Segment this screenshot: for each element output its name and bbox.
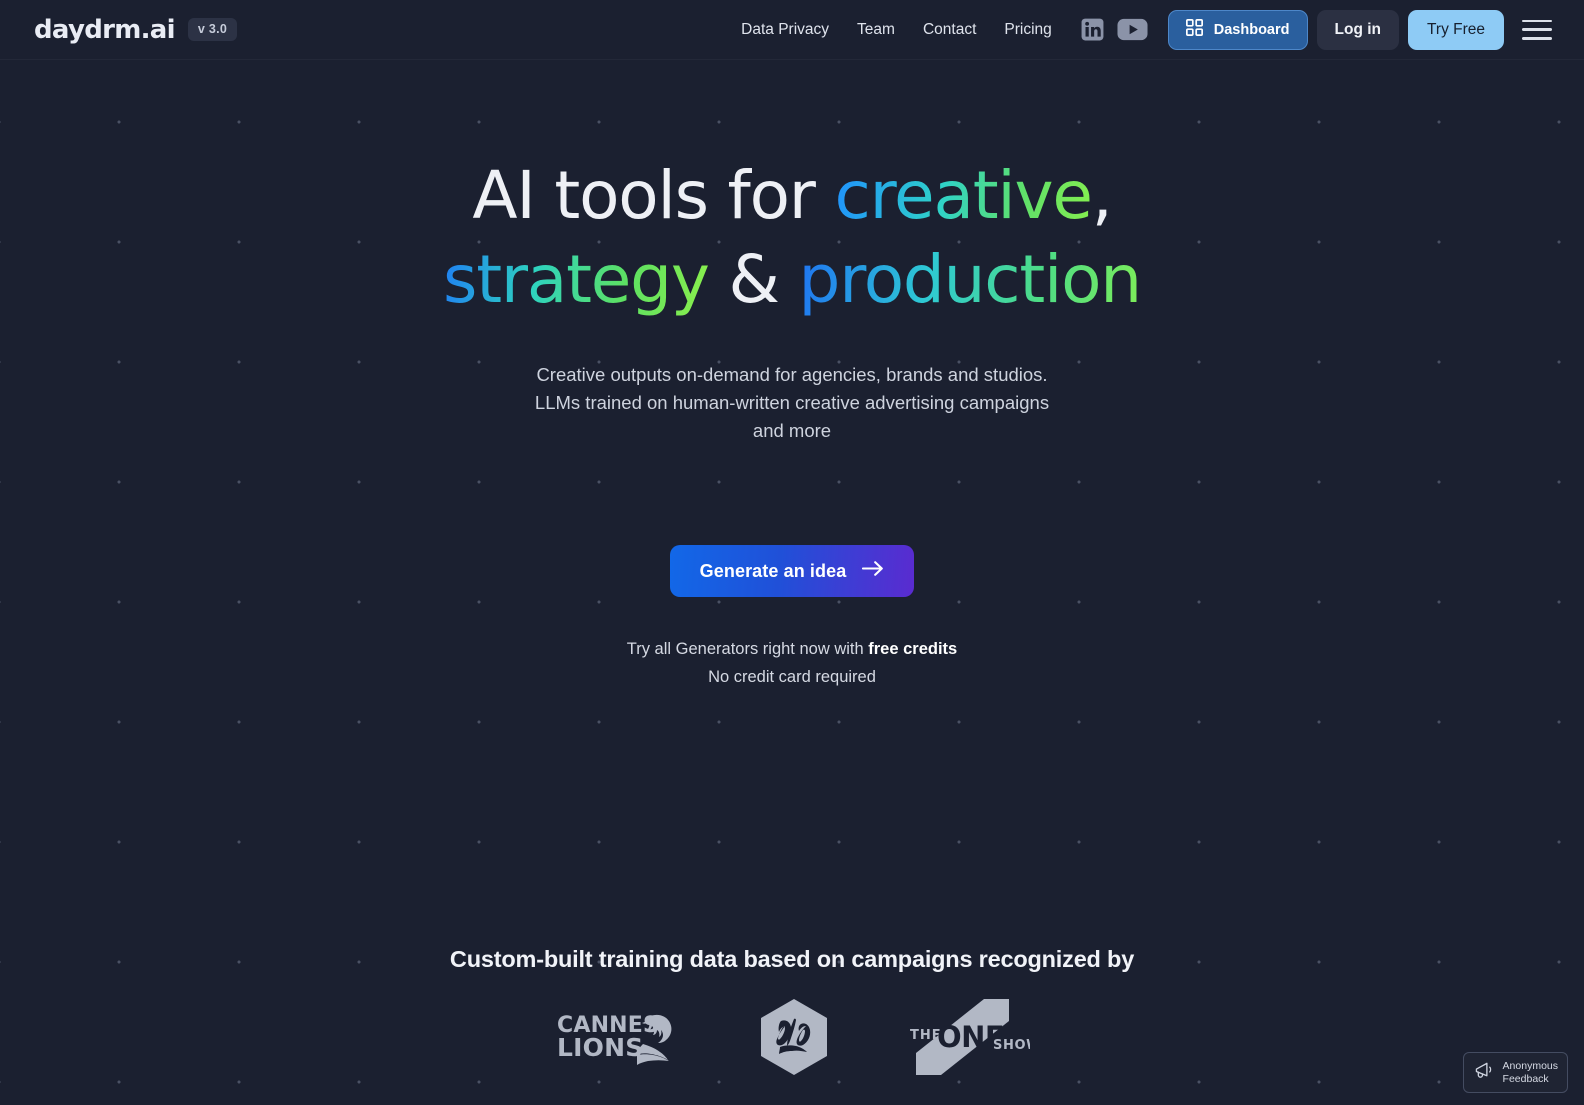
headline-accent-production: production [798, 241, 1143, 318]
megaphone-icon [1473, 1061, 1496, 1085]
headline-accent-strategy: strategy [443, 241, 710, 318]
dand-ad-logo [758, 997, 830, 1082]
headline-line-2: strategy & production [0, 247, 1584, 313]
youtube-icon[interactable] [1117, 18, 1148, 41]
one-show-show: SHOW [993, 1038, 1030, 1053]
version-badge: v 3.0 [187, 18, 238, 41]
page-title: AI tools for creative, strategy & produc… [0, 163, 1584, 313]
awards-section: Custom-built training data based on camp… [0, 946, 1584, 1082]
hero-section: AI tools for creative, strategy & produc… [0, 60, 1584, 691]
cannes-lions-line2: LIONS [557, 1033, 643, 1062]
nav-link-data-privacy[interactable]: Data Privacy [727, 13, 843, 47]
site-logo[interactable]: daydrm.ai [34, 15, 176, 45]
site-header: daydrm.ai v 3.0 Data Privacy Team Contac… [0, 0, 1584, 60]
generate-idea-button[interactable]: Generate an idea [669, 545, 915, 598]
grid-icon [1185, 18, 1203, 40]
headline-plain-1: AI tools for [472, 157, 835, 234]
cta-subtext-line-1: Try all Generators right now with free c… [0, 636, 1584, 663]
headline-accent-creative: creative [834, 157, 1093, 234]
headline-line-1: AI tools for creative, [0, 163, 1584, 229]
linkedin-icon[interactable] [1080, 17, 1105, 42]
awards-title: Custom-built training data based on camp… [449, 946, 1135, 972]
try-free-button[interactable]: Try Free [1408, 9, 1504, 50]
awards-logo-row: CANNES LIONS THE ONE SHO [0, 997, 1584, 1082]
cta-subtext: Try all Generators right now with free c… [0, 636, 1584, 690]
hero-subtitle: Creative outputs on-demand for agencies,… [534, 364, 1050, 442]
feedback-widget-label: Anonymous Feedback [1503, 1060, 1558, 1085]
nav-link-contact[interactable]: Contact [909, 13, 990, 47]
feedback-line-1: Anonymous [1502, 1060, 1558, 1073]
cta-subtext-pre: Try all Generators right now with [626, 640, 869, 659]
headline-comma: , [1091, 157, 1113, 234]
arrow-right-icon [862, 560, 884, 582]
one-show-logo: THE ONE SHOW [908, 997, 1040, 1082]
headline-ampersand: & [708, 241, 799, 318]
cta-subtext-bold: free credits [868, 640, 958, 659]
logo-area[interactable]: daydrm.ai v 3.0 [34, 15, 238, 45]
generate-idea-button-label: Generate an idea [699, 560, 847, 581]
dashboard-button-label: Dashboard [1213, 21, 1290, 38]
anonymous-feedback-widget[interactable]: Anonymous Feedback [1462, 1052, 1568, 1093]
login-button[interactable]: Log in [1316, 9, 1400, 50]
dashboard-button[interactable]: Dashboard [1167, 9, 1308, 50]
cta-area: Generate an idea [0, 545, 1584, 598]
cta-subtext-line-2: No credit card required [708, 667, 876, 686]
primary-navigation: Data Privacy Team Contact Pricing Dashbo… [727, 9, 1556, 50]
nav-link-team[interactable]: Team [843, 13, 909, 47]
hamburger-menu-icon[interactable] [1522, 18, 1552, 42]
feedback-line-2: Feedback [1502, 1072, 1549, 1085]
nav-link-pricing[interactable]: Pricing [990, 13, 1065, 47]
cannes-lions-logo: CANNES LIONS [555, 1006, 680, 1073]
